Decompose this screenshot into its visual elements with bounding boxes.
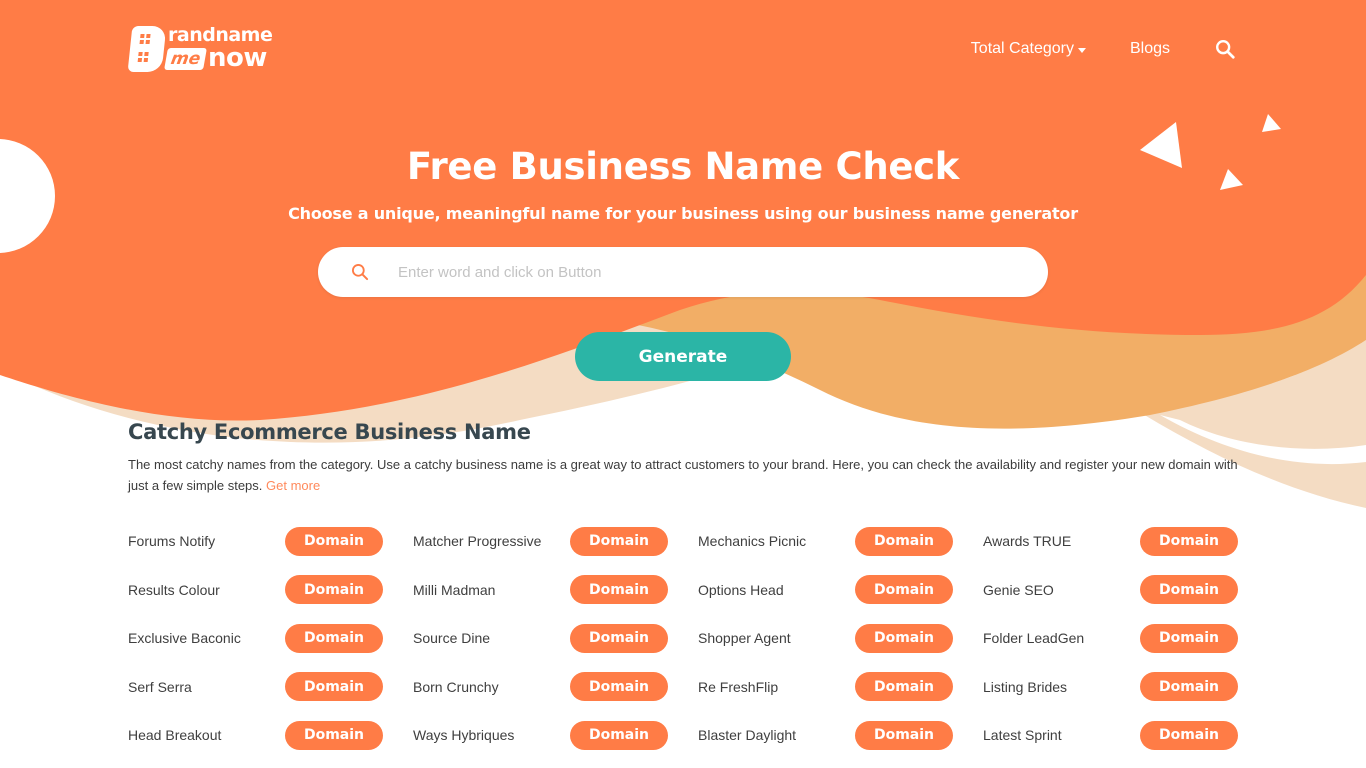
domain-button[interactable]: Domain <box>1140 575 1238 604</box>
business-name: Options Head <box>698 581 784 598</box>
brand-logo[interactable]: randname me now <box>127 24 276 76</box>
business-name: Matcher Progressive <box>413 533 542 549</box>
name-item: Forums Notify Domain <box>128 526 413 556</box>
name-item: Folder LeadGen Domain <box>983 623 1268 653</box>
business-name: Shopper Agent <box>698 630 791 646</box>
business-name: Forums Notify <box>128 533 216 549</box>
section-description: The most catchy names from the category.… <box>128 454 1238 496</box>
nav-total-category-label: Total Category <box>970 40 1074 57</box>
name-item: Mechanics Picnic Domain <box>698 526 983 556</box>
name-item: Matcher Progressive Domain <box>413 526 698 556</box>
logo-text-me: me <box>164 48 208 70</box>
business-name: Genie SEO <box>983 581 1054 598</box>
domain-button[interactable]: Domain <box>285 526 383 556</box>
section-title: Catchy Ecommerce Business Name <box>128 420 531 444</box>
domain-button[interactable]: Domain <box>1140 526 1238 556</box>
business-name: Results Colour <box>128 581 220 598</box>
search-icon <box>352 264 369 281</box>
catchy-names-section: Catchy Ecommerce Business Name The most … <box>128 420 1238 496</box>
name-item: Blaster Daylight Domain <box>698 720 983 750</box>
domain-button[interactable]: Domain <box>855 623 953 653</box>
name-item: Shopper Agent Domain <box>698 623 983 653</box>
domain-button[interactable]: Domain <box>570 526 668 556</box>
domain-button[interactable]: Domain <box>855 526 953 556</box>
business-name: Born Crunchy <box>413 678 499 695</box>
business-name: Ways Hybriques <box>413 727 515 743</box>
name-item: Serf Serra Domain <box>128 672 413 701</box>
business-name: Re FreshFlip <box>698 678 779 695</box>
nav-blogs-link[interactable]: Blogs <box>1130 40 1170 58</box>
business-name: Blaster Daylight <box>698 727 797 743</box>
name-item: Latest Sprint Domain <box>983 720 1268 750</box>
domain-button[interactable]: Domain <box>570 720 668 750</box>
name-item: Ways Hybriques Domain <box>413 720 698 750</box>
hero-subtitle: Choose a unique, meaningful name for you… <box>288 204 1078 223</box>
search-box <box>318 247 1048 297</box>
generate-button[interactable]: Generate <box>575 332 791 381</box>
name-item: Milli Madman Domain <box>413 575 698 604</box>
nav-links: Total Category Blogs <box>971 38 1236 60</box>
domain-button[interactable]: Domain <box>855 575 953 604</box>
nav-total-category-dropdown[interactable]: Total Category <box>971 40 1086 58</box>
business-name: Folder LeadGen <box>983 630 1085 646</box>
domain-button[interactable]: Domain <box>1140 720 1238 750</box>
domain-button[interactable]: Domain <box>1140 672 1238 701</box>
business-name: Source Dine <box>413 630 491 646</box>
business-name: Awards TRUE <box>983 533 1072 549</box>
get-more-link[interactable]: Get more <box>266 478 320 493</box>
nav-blogs-label: Blogs <box>1129 40 1170 57</box>
domain-button[interactable]: Domain <box>855 720 953 750</box>
business-name: Milli Madman <box>413 581 496 598</box>
logo-text-now: now <box>208 43 267 73</box>
names-grid: Forums Notify Domain Matcher Progressive Do… <box>128 526 1238 750</box>
navbar: randname me now Total Category Blogs <box>0 0 1366 100</box>
name-item: Head Breakout Domain <box>128 720 413 750</box>
name-item: Exclusive Baconic Domain <box>128 623 413 653</box>
domain-button[interactable]: Domain <box>570 623 668 653</box>
name-item: Listing Brides Domain <box>983 672 1268 701</box>
domain-button[interactable]: Domain <box>285 672 383 701</box>
business-name: Latest Sprint <box>983 727 1062 743</box>
domain-button[interactable]: Domain <box>570 672 668 701</box>
business-name: Listing Brides <box>983 678 1068 695</box>
name-item: Genie SEO Domain <box>983 575 1268 604</box>
name-item: Options Head Domain <box>698 575 983 604</box>
business-name: Exclusive Baconic <box>128 630 241 646</box>
search-icon[interactable] <box>1214 38 1236 60</box>
page-title: Free Business Name Check <box>406 145 960 188</box>
domain-button[interactable]: Domain <box>285 575 383 604</box>
domain-button[interactable]: Domain <box>1140 623 1238 653</box>
name-item: Re FreshFlip Domain <box>698 672 983 701</box>
name-item: Results Colour Domain <box>128 575 413 604</box>
domain-button[interactable]: Domain <box>285 623 383 653</box>
domain-button[interactable]: Domain <box>570 575 668 604</box>
hero: Free Business Name Check Choose a unique… <box>0 140 1366 223</box>
name-item: Born Crunchy Domain <box>413 672 698 701</box>
logo-b-mark-icon <box>127 26 167 72</box>
domain-button[interactable]: Domain <box>855 672 953 701</box>
search-input[interactable] <box>398 263 1048 281</box>
caret-down-icon <box>1077 47 1086 53</box>
name-item: Source Dine Domain <box>413 623 698 653</box>
domain-button[interactable]: Domain <box>285 720 383 750</box>
business-name: Head Breakout <box>128 727 222 743</box>
business-name: Mechanics Picnic <box>698 533 807 549</box>
name-item: Awards TRUE Domain <box>983 526 1268 556</box>
business-name: Serf Serra <box>128 678 192 695</box>
